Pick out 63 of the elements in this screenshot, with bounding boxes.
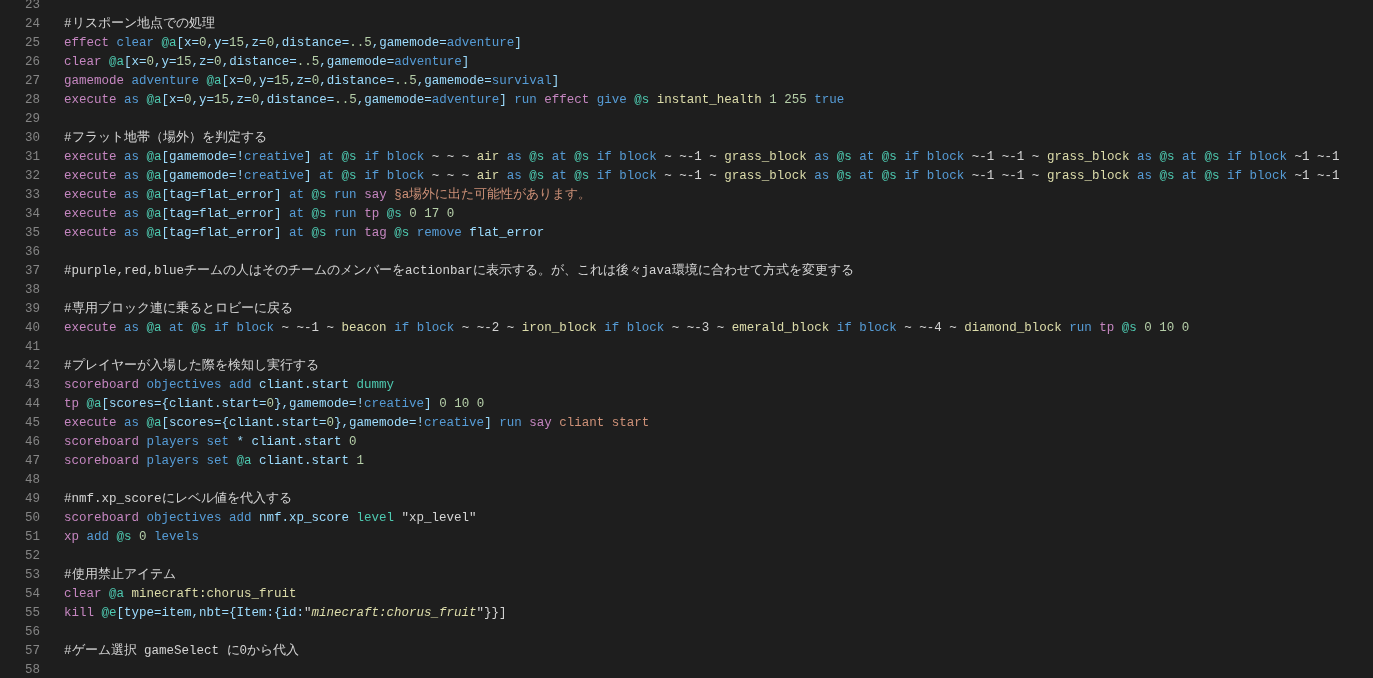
code-line: scoreboard players set @a cliant.start 1 — [64, 453, 365, 471]
code-comment: #nmf.xp_scoreにレベル値を代入する — [64, 490, 292, 509]
code-line: execute as @a[x=0,y=15,z=0,distance=..5,gamemode=adventure] run effect give @s instant_health 1 255 true — [64, 92, 845, 110]
code-line: effect clear @a[x=0,y=15,z=0,distance=..5,gamemode=adventure] — [64, 35, 522, 53]
line-number: 45 — [24, 415, 40, 433]
line-number: 24 — [24, 16, 40, 34]
line-number: 34 — [24, 206, 40, 224]
line-number: 23 — [24, 0, 40, 15]
code-line: scoreboard objectives add nmf.xp_score level "xp_level" — [64, 510, 477, 528]
line-number: 40 — [24, 320, 40, 338]
line-number: 43 — [24, 377, 40, 395]
line-number: 35 — [24, 225, 40, 243]
line-number: 38 — [24, 282, 40, 300]
line-number: 25 — [24, 35, 40, 53]
line-number: 37 — [24, 263, 40, 281]
code-line: clear @a minecraft:chorus_fruit — [64, 586, 297, 604]
code-comment: #フラット地帯（場外）を判定する — [64, 129, 267, 148]
code-line: execute as @a[tag=flat_error] at @s run tag @s remove flat_error — [64, 225, 545, 243]
line-number: 46 — [24, 434, 40, 452]
line-number: 31 — [24, 149, 40, 167]
code-line: execute as @a at @s if block ~ ~-1 ~ beacon if block ~ ~-2 ~ iron_block if block ~ ~-3 ~ emerald_block if block ~ ~-4 ~ diamond_block run tp @s 0 10 0 — [64, 320, 1190, 338]
line-number: 28 — [24, 92, 40, 110]
line-number: 39 — [24, 301, 40, 319]
code-comment: #purple,red,blueチームの人はそのチームのメンバーをactionbarに表示する。が、これは後々java環境に合わせて方式を変更する — [64, 262, 854, 281]
line-number: 30 — [24, 130, 40, 148]
code-line: execute as @a[gamemode=!creative] at @s if block ~ ~ ~ air as @s at @s if block ~ ~-1 ~ grass_block as @s at @s if block ~-1 ~-1 ~ grass_block as @s at @s if block ~1 ~-1 — [64, 149, 1340, 167]
code-comment: #ゲーム選択 gameSelect に0から代入 — [64, 642, 300, 661]
code-line: gamemode adventure @a[x=0,y=15,z=0,distance=..5,gamemode=survival] — [64, 73, 560, 91]
code-line: execute as @a[tag=flat_error] at @s run tp @s 0 17 0 — [64, 206, 455, 224]
line-number: 33 — [24, 187, 40, 205]
line-number: 54 — [24, 586, 40, 604]
line-number: 58 — [24, 662, 40, 678]
line-number: 27 — [24, 73, 40, 91]
line-number: 36 — [24, 244, 40, 262]
code-comment: #プレイヤーが入場した際を検知し実行する — [64, 357, 319, 376]
line-number: 48 — [24, 472, 40, 490]
line-number: 49 — [24, 491, 40, 509]
line-number: 26 — [24, 54, 40, 72]
code-comment: #専用ブロック連に乗るとロビーに戻る — [64, 300, 293, 319]
code-line: xp add @s 0 levels — [64, 529, 200, 547]
code-line: kill @e[type=item,nbt={Item:{id:"minecraft:chorus_fruit"}}] — [64, 605, 507, 623]
line-number: 51 — [24, 529, 40, 547]
line-number: 50 — [24, 510, 40, 528]
code-line: execute as @a[gamemode=!creative] at @s if block ~ ~ ~ air as @s at @s if block ~ ~-1 ~ grass_block as @s at @s if block ~-1 ~-1 ~ grass_block as @s at @s if block ~1 ~-1 — [64, 168, 1340, 186]
code-line: clear @a[x=0,y=15,z=0,distance=..5,gamemode=adventure] — [64, 54, 470, 72]
line-number: 32 — [24, 168, 40, 186]
line-number: 42 — [24, 358, 40, 376]
code-comment: #使用禁止アイテム — [64, 566, 176, 585]
line-number: 44 — [24, 396, 40, 414]
line-number: 53 — [24, 567, 40, 585]
code-comment: #リスポーン地点での処理 — [64, 15, 215, 34]
line-number: 47 — [24, 453, 40, 471]
line-number: 52 — [24, 548, 40, 566]
code-line: tp @a[scores={cliant.start=0},gamemode=!creative] 0 10 0 — [64, 396, 485, 414]
line-number: 57 — [24, 643, 40, 661]
line-number: 41 — [24, 339, 40, 357]
line-number: 56 — [24, 624, 40, 642]
code-line: scoreboard objectives add cliant.start dummy — [64, 377, 395, 395]
code-line: execute as @a[tag=flat_error] at @s run say §a場外に出た可能性があります。 — [64, 186, 592, 205]
line-number: 29 — [24, 111, 40, 129]
code-line: execute as @a[scores={cliant.start=0},gamemode=!creative] run say cliant start — [64, 415, 650, 433]
code-line: scoreboard players set * cliant.start 0 — [64, 434, 357, 452]
line-number: 55 — [24, 605, 40, 623]
